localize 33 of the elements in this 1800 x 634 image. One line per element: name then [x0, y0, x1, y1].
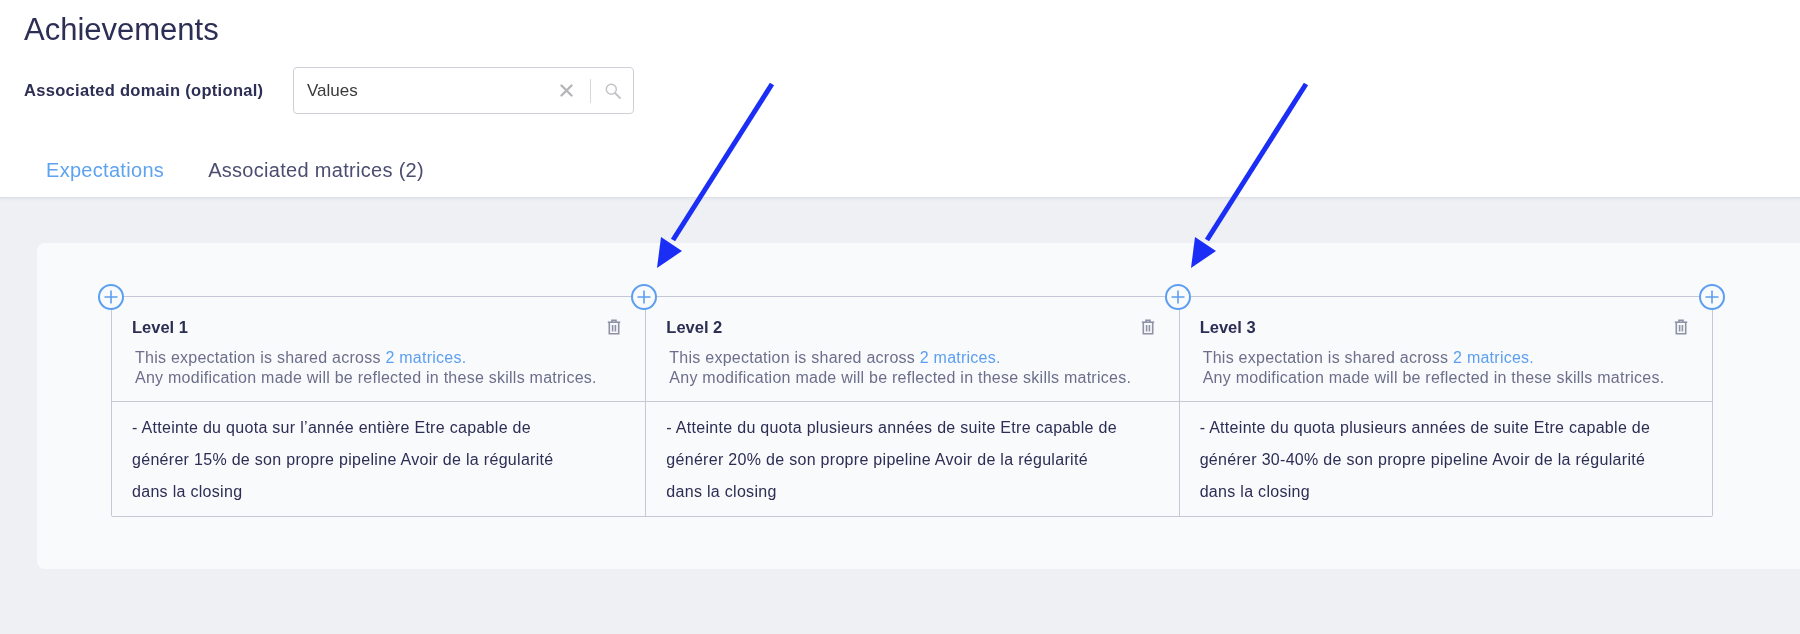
page-title: Achievements — [24, 12, 219, 48]
add-level-button[interactable] — [1165, 284, 1191, 310]
search-icon — [605, 82, 621, 99]
expectation-description: - Atteinte du quota plusieurs années de suite Etre capable de générer 20% de son propre pipeline Avoir de la régularité dans la closing — [666, 418, 1118, 502]
add-level-button[interactable] — [1699, 284, 1725, 310]
domain-search-field[interactable]: Values — [293, 67, 634, 114]
domain-label: Associated domain (optional) — [24, 81, 265, 100]
modification-notice: Any modification made will be reflected in these skills matrices. — [1202, 368, 1666, 388]
level-title: Level 1 — [132, 317, 188, 337]
plus-icon — [1171, 290, 1185, 304]
expectation-description: - Atteinte du quota sur l’année entière Etre capable de générer 15% de son propre pipeline Avoir de la régularité dans la closing — [132, 418, 555, 502]
modification-notice: Any modification made will be reflected in these skills matrices. — [669, 368, 1133, 388]
plus-icon — [1705, 290, 1719, 304]
shared-notice: This expectation is shared across 2 matrices. — [135, 348, 468, 368]
add-level-button[interactable] — [631, 284, 657, 310]
add-level-button[interactable] — [98, 284, 124, 310]
trash-icon[interactable] — [1674, 319, 1688, 335]
tab[interactable]: Expectations — [45, 156, 166, 184]
plus-icon — [104, 290, 118, 304]
level-title: Level 3 — [1199, 317, 1256, 337]
shared-notice: This expectation is shared across 2 matrices. — [1202, 348, 1536, 368]
trash-icon[interactable] — [607, 319, 622, 335]
matrices-link[interactable]: 2 matrices. — [385, 349, 467, 366]
expectation-description: - Atteinte du quota plusieurs années de suite Etre capable de générer 30-40% de son propre pipeline Avoir de la régularité dans la closing — [1199, 418, 1652, 502]
plus-icon — [637, 290, 651, 304]
shared-notice: This expectation is shared across 2 matrices. — [669, 348, 1002, 368]
matrices-link[interactable]: 2 matrices. — [1453, 349, 1535, 366]
tab[interactable]: Associated matrices (2) — [207, 156, 425, 184]
level-title: Level 2 — [666, 317, 723, 337]
trash-icon[interactable] — [1140, 319, 1155, 335]
matrices-link[interactable]: 2 matrices. — [919, 349, 1001, 366]
clear-icon[interactable] — [560, 84, 573, 97]
modification-notice: Any modification made will be reflected in these skills matrices. — [135, 368, 598, 388]
